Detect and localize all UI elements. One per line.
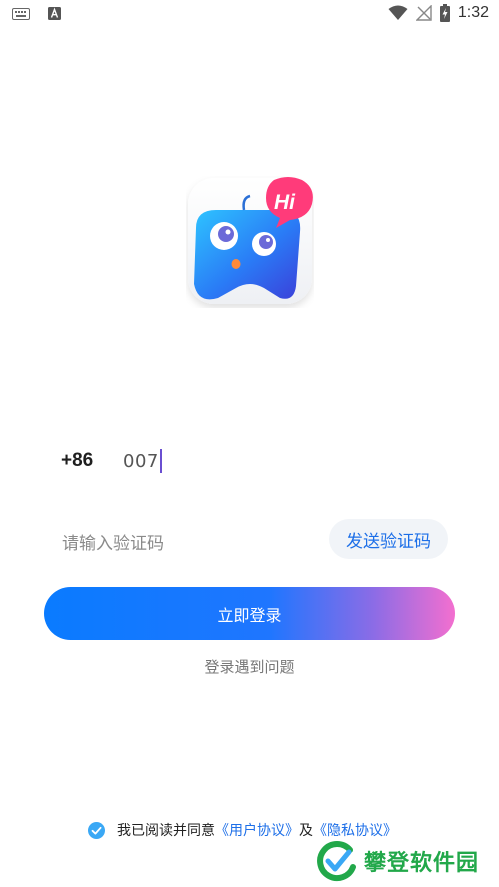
a-notification-icon xyxy=(48,7,61,20)
wifi-icon xyxy=(388,5,408,20)
app-logo: Hi xyxy=(188,177,313,304)
svg-text:Hi: Hi xyxy=(274,191,296,214)
agreement-check-icon[interactable] xyxy=(88,821,105,839)
privacy-policy-link[interactable]: 《隐私协议》 xyxy=(313,820,397,840)
status-time: 1:32 xyxy=(457,4,489,21)
battery-charging-icon xyxy=(439,4,450,22)
agreement-prefix: 我已阅读并同意 xyxy=(117,823,215,839)
country-code-selector[interactable]: +86 xyxy=(61,450,93,472)
phone-input[interactable]: 007 xyxy=(123,449,162,473)
no-signal-icon xyxy=(415,5,432,21)
user-agreement-link[interactable]: 《用户协议》 xyxy=(215,820,299,840)
login-trouble-link[interactable]: 登录遇到问题 xyxy=(0,656,499,677)
status-bar: 1:32 xyxy=(0,0,499,30)
watermark-text: 攀登软件园 xyxy=(364,851,480,876)
agreement-conjunction: 及 xyxy=(299,823,313,839)
text-caret xyxy=(159,449,162,473)
send-code-button[interactable]: 发送验证码 xyxy=(329,519,448,559)
watermark-logo-icon xyxy=(317,841,356,882)
login-button[interactable]: 立即登录 xyxy=(44,587,455,640)
phone-input-value: 007 xyxy=(123,450,159,472)
agreement-row: 我已阅读并同意 《用户协议》 及 《隐私协议》 xyxy=(88,820,397,840)
verification-code-input[interactable]: 请输入验证码 xyxy=(62,529,164,554)
watermark: 攀登软件园 xyxy=(316,840,479,882)
keyboard-icon xyxy=(12,7,30,20)
